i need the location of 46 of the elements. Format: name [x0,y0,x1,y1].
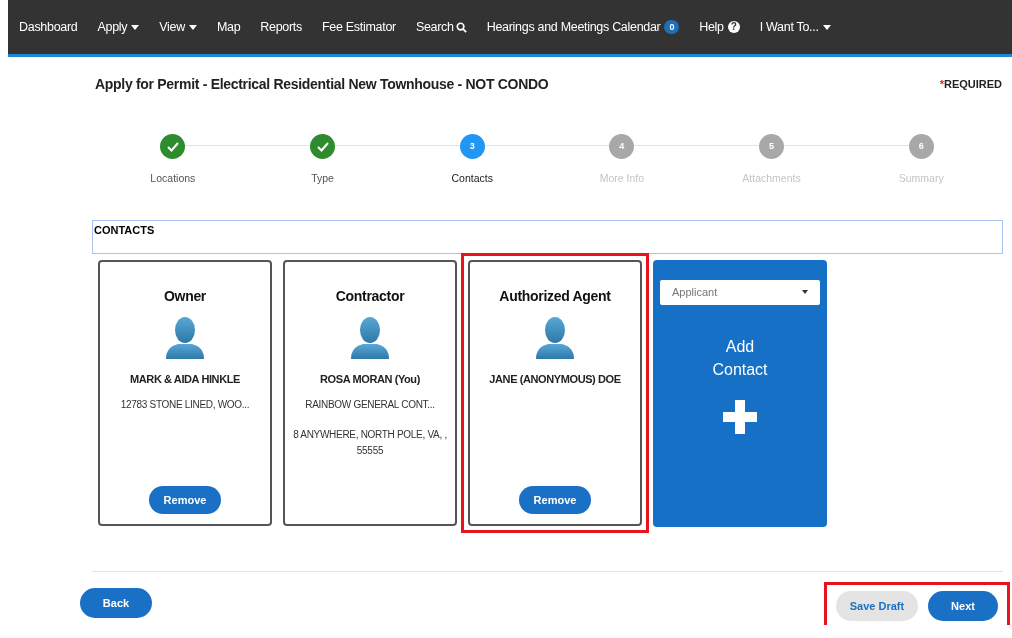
nav-link[interactable]: Fee Estimator [312,17,406,37]
caret-icon [131,24,140,30]
step-label: Type [311,171,334,186]
role-select[interactable]: Applicant [660,279,820,305]
contact-role: Owner [163,286,207,306]
step-label: More Info [599,171,645,186]
remove-button[interactable]: Remove [149,485,221,514]
nav-link[interactable]: View [149,17,207,37]
page-title: Apply for Permit - Electrical Residential New Townhouse - NOT CONDO [95,75,549,94]
step-label: Locations [150,171,196,186]
required-label: *REQUIRED [939,77,1002,93]
caret-icon [822,24,831,30]
contact-role: Authorized Agent [499,286,611,306]
nav-link[interactable]: Hearings and Meetings Calendar 0 [476,17,690,37]
nav-link[interactable]: Apply [87,17,150,37]
nav-link[interactable]: Search [405,17,477,37]
contact-role: Contractor [335,286,405,306]
back-button[interactable]: Back [80,588,152,619]
count-badge: 0 [664,20,680,34]
step-label: Summary [898,171,944,186]
search-icon [455,21,467,33]
contact-name: ROSA MORAN (You) [320,371,420,387]
nav-link[interactable]: Map [206,17,251,37]
add-contact-label: Add Contact [711,336,769,380]
check-icon [316,141,329,152]
plus-icon [721,397,759,436]
caret-icon [802,290,808,295]
section-header: CONTACTS [92,219,1003,254]
contact-name: MARK & AIDA HINKLE [130,371,240,387]
contact-detail: RAINBOW GENERAL CONT... [304,398,436,413]
next-button[interactable]: Next [928,590,998,621]
step-label: Attachments [742,171,801,186]
caret-icon [188,24,197,30]
contact-name: JANE (ANONYMOUS) DOE [489,371,621,387]
contact-detail: 8 ANYWHERE, NORTH POLE, VA, , 55555 [292,428,448,459]
nav-link[interactable]: I Want To... [749,17,841,37]
remove-button[interactable]: Remove [519,485,591,514]
contact-detail: 12783 STONE LINED, WOO... [119,398,251,413]
save-draft-button[interactable]: Save Draft [836,590,918,621]
check-icon [166,141,179,152]
nav-link[interactable]: Help ? [689,17,750,37]
nav-link[interactable]: Reports [250,17,312,37]
help-icon: ? [727,21,740,33]
add-contact-card[interactable]: Applicant Add Contact [653,259,827,527]
step-label: Contacts [451,171,493,186]
nav-link[interactable]: Dashboard [9,17,88,37]
